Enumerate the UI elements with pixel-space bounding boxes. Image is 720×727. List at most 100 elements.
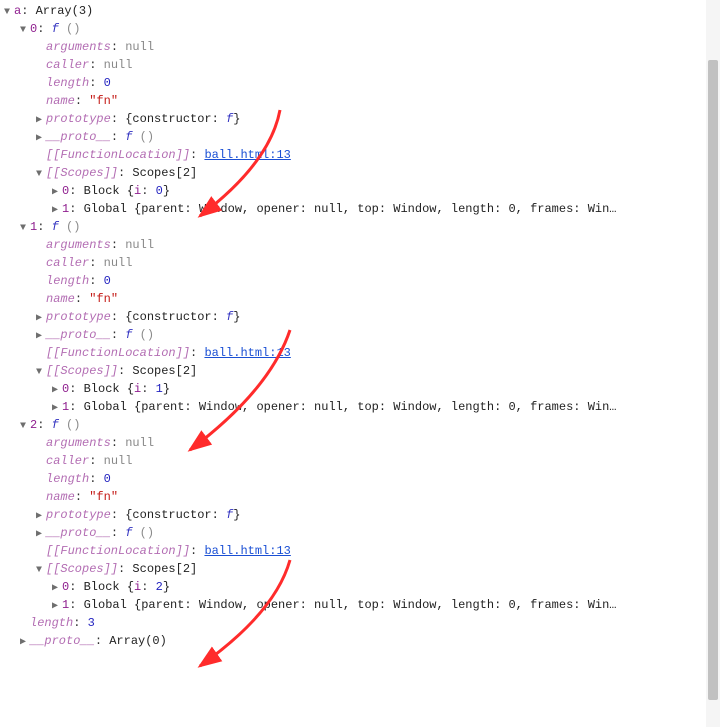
scope-block-row[interactable]: ▶0: Block {i: 0} (2, 182, 720, 200)
array-length-row[interactable]: length: 3 (2, 614, 720, 632)
prop-value: "fn" (89, 94, 118, 108)
property-row[interactable]: name: "fn" (2, 290, 720, 308)
dunder-proto-row[interactable]: ▶__proto__: f () (2, 128, 720, 146)
scopes-row[interactable]: ▼[[Scopes]]: Scopes[2] (2, 560, 720, 578)
property-row[interactable]: length: 0 (2, 272, 720, 290)
prop-key: caller (46, 58, 89, 72)
devtools-object-tree: ▼a: Array(3)▼0: f () arguments: null cal… (0, 0, 720, 727)
disclosure-triangle-icon[interactable]: ▶ (34, 130, 44, 148)
disclosure-triangle-icon[interactable] (34, 346, 44, 364)
root-summary: Array(3) (36, 4, 94, 18)
property-row[interactable]: name: "fn" (2, 488, 720, 506)
prop-key: name (46, 292, 75, 306)
scope-block-row[interactable]: ▶0: Block {i: 1} (2, 380, 720, 398)
function-location-link[interactable]: ball.html:13 (204, 544, 290, 558)
prop-key: arguments (46, 436, 111, 450)
disclosure-triangle-icon[interactable]: ▶ (50, 580, 60, 598)
property-row[interactable]: caller: null (2, 56, 720, 74)
prop-key: caller (46, 256, 89, 270)
disclosure-triangle-icon[interactable] (18, 616, 28, 634)
disclosure-triangle-icon[interactable] (34, 256, 44, 274)
scope-global-row[interactable]: ▶1: Global {parent: Window, opener: null… (2, 596, 720, 614)
disclosure-triangle-icon[interactable]: ▶ (34, 112, 44, 130)
prop-value: 0 (104, 76, 111, 90)
prop-value: "fn" (89, 292, 118, 306)
function-location-row[interactable]: [[FunctionLocation]]: ball.html:13 (2, 542, 720, 560)
disclosure-triangle-icon[interactable] (34, 454, 44, 472)
prop-value: "fn" (89, 490, 118, 504)
disclosure-triangle-icon[interactable] (34, 40, 44, 58)
disclosure-triangle-icon[interactable] (34, 94, 44, 112)
scope-global-row[interactable]: ▶1: Global {parent: Window, opener: null… (2, 200, 720, 218)
disclosure-triangle-icon[interactable]: ▼ (34, 166, 44, 184)
vertical-scrollbar[interactable] (706, 0, 720, 727)
function-location-link[interactable]: ball.html:13 (204, 346, 290, 360)
disclosure-triangle-icon[interactable]: ▶ (34, 508, 44, 526)
disclosure-triangle-icon[interactable] (34, 544, 44, 562)
prop-value: null (104, 454, 133, 468)
prop-value: null (125, 40, 154, 54)
disclosure-triangle-icon[interactable] (34, 274, 44, 292)
prop-value: null (125, 436, 154, 450)
array-item[interactable]: ▼0: f () (2, 20, 720, 38)
property-row[interactable]: arguments: null (2, 236, 720, 254)
property-row[interactable]: caller: null (2, 254, 720, 272)
disclosure-triangle-icon[interactable] (34, 238, 44, 256)
prop-key: arguments (46, 40, 111, 54)
prototype-row[interactable]: ▶prototype: {constructor: f} (2, 506, 720, 524)
disclosure-triangle-icon[interactable] (34, 490, 44, 508)
prop-key: length (46, 472, 89, 486)
disclosure-triangle-icon[interactable] (34, 148, 44, 166)
scope-global-row[interactable]: ▶1: Global {parent: Window, opener: null… (2, 398, 720, 416)
property-row[interactable]: name: "fn" (2, 92, 720, 110)
disclosure-triangle-icon[interactable]: ▶ (18, 634, 28, 652)
disclosure-triangle-icon[interactable]: ▼ (18, 220, 28, 238)
prop-key: caller (46, 454, 89, 468)
property-row[interactable]: arguments: null (2, 38, 720, 56)
disclosure-triangle-icon[interactable] (34, 472, 44, 490)
dunder-proto-row[interactable]: ▶__proto__: f () (2, 524, 720, 542)
disclosure-triangle-icon[interactable]: ▶ (50, 184, 60, 202)
property-row[interactable]: arguments: null (2, 434, 720, 452)
disclosure-triangle-icon[interactable]: ▼ (2, 4, 12, 22)
scope-block-row[interactable]: ▶0: Block {i: 2} (2, 578, 720, 596)
disclosure-triangle-icon[interactable]: ▼ (18, 418, 28, 436)
scopes-row[interactable]: ▼[[Scopes]]: Scopes[2] (2, 362, 720, 380)
disclosure-triangle-icon[interactable] (34, 292, 44, 310)
disclosure-triangle-icon[interactable] (34, 76, 44, 94)
disclosure-triangle-icon[interactable]: ▶ (34, 328, 44, 346)
disclosure-triangle-icon[interactable] (34, 436, 44, 454)
property-row[interactable]: length: 0 (2, 470, 720, 488)
prop-key: length (46, 76, 89, 90)
property-row[interactable]: caller: null (2, 452, 720, 470)
disclosure-triangle-icon[interactable] (34, 58, 44, 76)
disclosure-triangle-icon[interactable]: ▶ (34, 310, 44, 328)
array-item[interactable]: ▼2: f () (2, 416, 720, 434)
array-item[interactable]: ▼1: f () (2, 218, 720, 236)
scopes-row[interactable]: ▼[[Scopes]]: Scopes[2] (2, 164, 720, 182)
disclosure-triangle-icon[interactable]: ▼ (34, 364, 44, 382)
dunder-proto-row[interactable]: ▶__proto__: f () (2, 326, 720, 344)
prototype-row[interactable]: ▶prototype: {constructor: f} (2, 110, 720, 128)
prop-value: null (104, 256, 133, 270)
prototype-row[interactable]: ▶prototype: {constructor: f} (2, 308, 720, 326)
disclosure-triangle-icon[interactable]: ▶ (34, 526, 44, 544)
prop-key: arguments (46, 238, 111, 252)
tree-root[interactable]: ▼a: Array(3) (2, 2, 720, 20)
scrollbar-thumb[interactable] (708, 60, 718, 700)
function-location-row[interactable]: [[FunctionLocation]]: ball.html:13 (2, 146, 720, 164)
prop-value: 0 (104, 274, 111, 288)
prop-value: null (125, 238, 154, 252)
disclosure-triangle-icon[interactable]: ▼ (34, 562, 44, 580)
disclosure-triangle-icon[interactable]: ▼ (18, 22, 28, 40)
prop-key: length (46, 274, 89, 288)
disclosure-triangle-icon[interactable]: ▶ (50, 382, 60, 400)
array-proto-row[interactable]: ▶__proto__: Array(0) (2, 632, 720, 650)
prop-key: name (46, 94, 75, 108)
function-location-link[interactable]: ball.html:13 (204, 148, 290, 162)
prop-value: 0 (104, 472, 111, 486)
prop-value: null (104, 58, 133, 72)
prop-key: name (46, 490, 75, 504)
property-row[interactable]: length: 0 (2, 74, 720, 92)
function-location-row[interactable]: [[FunctionLocation]]: ball.html:13 (2, 344, 720, 362)
